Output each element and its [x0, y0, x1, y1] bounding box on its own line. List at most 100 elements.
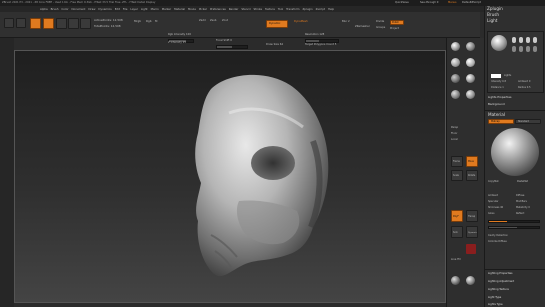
- zcut-button[interactable]: Zcut: [222, 19, 228, 23]
- light-bulb-icon[interactable]: [519, 37, 523, 43]
- dynamic-button[interactable]: Dynamic: [266, 20, 288, 28]
- menu-item-layer[interactable]: Layer: [130, 7, 138, 11]
- draw-size-slider[interactable]: Draw Size 64: [266, 30, 290, 49]
- line-fill-button[interactable]: Line Fill: [451, 258, 461, 262]
- shininess-slider[interactable]: Shininess 40: [488, 206, 503, 210]
- palette-tab-brush[interactable]: Brush: [487, 12, 499, 17]
- menu-item-zscript[interactable]: Zscript: [316, 7, 325, 11]
- blur-slider[interactable]: Blur 2: [342, 20, 350, 24]
- material-sphere-preview[interactable]: [491, 128, 539, 176]
- menu-item-file[interactable]: File: [123, 7, 128, 11]
- menu-item-render[interactable]: Render: [229, 7, 239, 11]
- intensity-slider[interactable]: Intensity 0.8: [491, 80, 506, 84]
- menu-item-light[interactable]: Light: [141, 7, 148, 11]
- mrgb-button[interactable]: Mrgb: [134, 19, 141, 23]
- material-preview-icon[interactable]: [466, 42, 475, 51]
- gloss-slider[interactable]: Gloss: [488, 212, 494, 216]
- scale-mode-button[interactable]: [68, 18, 79, 29]
- divide-button[interactable]: Divide: [376, 20, 384, 24]
- draw-mode-button[interactable]: [43, 18, 54, 29]
- light-sphere-preview[interactable]: [491, 35, 507, 51]
- m-button[interactable]: M: [155, 19, 157, 23]
- rotate-view-button[interactable]: Rotate: [466, 170, 478, 181]
- menus-toggle[interactable]: Menus: [448, 1, 456, 5]
- distance-slider[interactable]: Distance 1: [491, 86, 504, 90]
- ambient-slider[interactable]: Ambient 0: [518, 80, 530, 84]
- menu-item-texture[interactable]: Texture: [265, 7, 275, 11]
- menu-item-transform[interactable]: Transform: [286, 7, 299, 11]
- transp-button[interactable]: Transp: [466, 210, 478, 222]
- zadd-button[interactable]: Zadd: [199, 19, 206, 23]
- reflect-slider[interactable]: Reflect: [516, 212, 524, 216]
- lights-properties-header[interactable]: Lights Properties: [488, 95, 511, 99]
- material-preview-icon[interactable]: [451, 90, 460, 99]
- menu-item-zplugin[interactable]: Zplugin: [302, 7, 312, 11]
- palette-tab-light[interactable]: Light: [487, 18, 497, 23]
- palette-tab-zplugin[interactable]: Zplugin: [487, 6, 503, 11]
- z-intensity-slider[interactable]: Z Intensity 25: [168, 28, 194, 47]
- light-color-swatch[interactable]: [491, 74, 501, 78]
- local-button[interactable]: Local: [451, 138, 458, 142]
- scale-view-button[interactable]: Scale: [451, 170, 463, 181]
- menu-item-dynamics[interactable]: Dynamics: [98, 7, 111, 11]
- quicksave-button[interactable]: QuickSave: [395, 1, 409, 5]
- material-palette-header[interactable]: Material: [488, 112, 505, 117]
- menu-item-preferences[interactable]: Preferences: [210, 7, 226, 11]
- project-button[interactable]: Project: [390, 27, 399, 31]
- menu-item-marker[interactable]: Marker: [162, 7, 171, 11]
- lights-type-header[interactable]: Lights Type: [488, 303, 503, 307]
- move-view-button[interactable]: Move: [466, 156, 478, 167]
- lighting-adjustment-header[interactable]: Lighting Adjustment: [488, 280, 514, 284]
- default-zscript-button[interactable]: DefaultZScript: [462, 1, 481, 5]
- menu-item-macro[interactable]: Macro: [151, 7, 159, 11]
- light-bulb-icon[interactable]: [526, 46, 530, 52]
- edit-mode-button[interactable]: [30, 18, 41, 29]
- frame-button[interactable]: Frame: [451, 156, 463, 167]
- menu-item-edit[interactable]: Edit: [115, 7, 120, 11]
- solo-button[interactable]: Solo: [451, 226, 463, 238]
- light-bulb-icon[interactable]: [533, 37, 537, 43]
- material-preview-icon[interactable]: [466, 74, 475, 83]
- light-bulb-icon[interactable]: [526, 37, 530, 43]
- tab-standard[interactable]: Standard: [515, 119, 541, 124]
- lighting-texture-header[interactable]: Lighting Texture: [488, 288, 509, 292]
- menu-item-picker[interactable]: Picker: [199, 7, 207, 11]
- lighting-properties-header[interactable]: Lighting Properties: [488, 272, 512, 276]
- dynamic-view-button[interactable]: Dynamic: [466, 226, 478, 238]
- menu-item-help[interactable]: Help: [328, 7, 334, 11]
- floor-button[interactable]: Floor: [451, 132, 457, 136]
- material-preview-icon[interactable]: [451, 74, 460, 83]
- material-preview-icon[interactable]: [451, 58, 460, 67]
- home-icon[interactable]: [4, 18, 14, 28]
- material-preview-icon[interactable]: [466, 90, 475, 99]
- menu-item-tool[interactable]: Tool: [278, 7, 283, 11]
- light-type-header[interactable]: Light Type: [488, 296, 501, 300]
- paste-material-button[interactable]: PasteMat: [517, 180, 528, 184]
- menu-item-draw[interactable]: Draw: [88, 7, 95, 11]
- menu-item-material[interactable]: Material: [174, 7, 185, 11]
- material-preview-icon[interactable]: [466, 58, 475, 67]
- menu-item-movie[interactable]: Movie: [188, 7, 196, 11]
- zsub-button[interactable]: Zsub: [210, 19, 216, 23]
- light-bulb-icon[interactable]: [533, 46, 537, 52]
- radius-slider[interactable]: Radius 0.5: [518, 86, 531, 90]
- zremesher-button[interactable]: ZRemesher: [355, 25, 370, 29]
- material-sphere-icon[interactable]: [451, 276, 460, 285]
- light-bulb-icon[interactable]: [512, 46, 516, 52]
- sculpted-skull[interactable]: [15, 51, 447, 304]
- polish-toggle[interactable]: Polish: [390, 20, 404, 25]
- menu-item-stroke[interactable]: Stroke: [253, 7, 262, 11]
- material-preview-icon[interactable]: [451, 42, 460, 51]
- specular-slider[interactable]: Specular: [488, 200, 498, 204]
- see-through-slider[interactable]: See-through 0: [420, 1, 438, 5]
- lightbox-icon[interactable]: [16, 18, 26, 28]
- material-sphere-icon[interactable]: [466, 276, 475, 285]
- diffuse-slider[interactable]: Diffuse: [516, 194, 524, 198]
- metalicity-slider[interactable]: Metalicity 0: [516, 206, 530, 210]
- persp-button[interactable]: Persp: [451, 126, 458, 130]
- tab-matcap[interactable]: Matcap: [488, 119, 514, 124]
- background-header[interactable]: Background: [488, 102, 505, 106]
- ambient-mat-slider[interactable]: Ambient: [488, 194, 498, 198]
- menu-item-stencil[interactable]: Stencil: [241, 7, 250, 11]
- rgb-button[interactable]: Rgb: [146, 19, 152, 23]
